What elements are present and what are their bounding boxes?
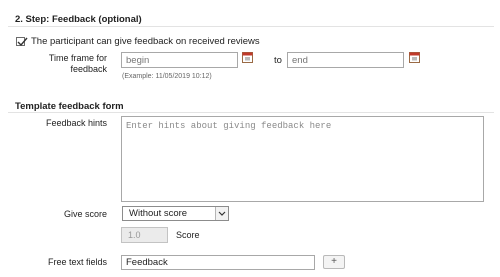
- chevron-down-icon: [215, 207, 228, 220]
- date-format-example: (Example: 11/05/2019 10:12): [122, 73, 212, 80]
- time-frame-start-input[interactable]: [121, 52, 238, 68]
- calendar-icon: [409, 52, 420, 63]
- feedback-hints-textarea[interactable]: Enter hints about giving feedback here: [121, 116, 484, 202]
- feedback-hints-label: Feedback hints: [45, 118, 107, 128]
- end-calendar-icon[interactable]: [409, 52, 420, 65]
- participant-feedback-label[interactable]: The participant can give feedback on rec…: [31, 36, 260, 47]
- to-label: to: [274, 55, 282, 66]
- start-calendar-icon[interactable]: [242, 52, 253, 65]
- participant-feedback-checkbox[interactable]: [16, 37, 28, 47]
- give-score-label: Give score: [63, 209, 107, 219]
- feedback-hints-placeholder: Enter hints about giving feedback here: [126, 121, 332, 131]
- calendar-icon: [242, 52, 253, 63]
- template-divider: [8, 112, 494, 113]
- checkmark-icon: [17, 37, 28, 47]
- time-frame-end-input[interactable]: [287, 52, 404, 68]
- score-label: Score: [176, 230, 200, 240]
- add-free-text-field-button[interactable]: +: [323, 255, 345, 269]
- section-divider: [8, 26, 494, 27]
- score-input: 1.0: [121, 227, 168, 243]
- section-title: 2. Step: Feedback (optional): [15, 14, 142, 25]
- template-form-title: Template feedback form: [15, 101, 124, 112]
- time-frame-label: Time frame for feedback: [48, 53, 107, 74]
- give-score-value: Without score: [129, 208, 188, 219]
- give-score-select[interactable]: Without score: [122, 206, 229, 221]
- free-text-fields-label: Free text fields: [47, 257, 107, 267]
- free-text-field-input[interactable]: Feedback: [121, 255, 315, 270]
